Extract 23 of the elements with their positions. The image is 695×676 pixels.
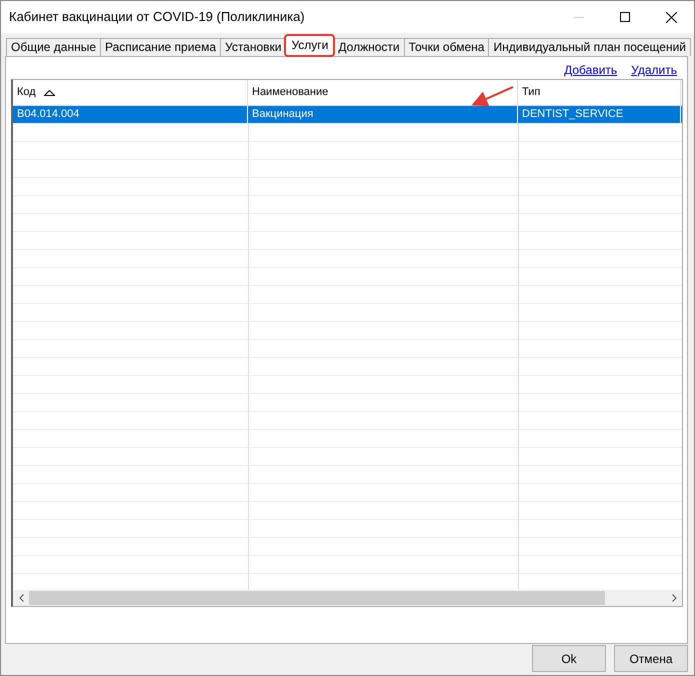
- close-icon[interactable]: [666, 12, 676, 22]
- tab[interactable]: Установки: [220, 38, 286, 56]
- window-title: Кабинет вакцинации от COVID-19 (Поликлиника): [9, 8, 305, 26]
- table-cell: Вакцинация: [248, 106, 518, 123]
- tab[interactable]: Услуги: [285, 35, 334, 56]
- maximize-icon[interactable]: [620, 12, 630, 22]
- scroll-right-icon[interactable]: [672, 594, 676, 602]
- column-header[interactable]: Тип: [518, 80, 681, 105]
- tab[interactable]: Индивидуальный план посещений: [488, 38, 691, 56]
- link[interactable]: Добавить: [564, 61, 618, 79]
- dialog-button[interactable]: Ok: [532, 645, 606, 672]
- tab[interactable]: Расписание приема: [100, 38, 221, 56]
- table-row[interactable]: B04.014.004 Вакцинация DENTIST_SERVICE: [13, 106, 682, 123]
- tab[interactable]: Общие данные: [6, 38, 102, 56]
- table-cell: DENTIST_SERVICE: [518, 106, 681, 123]
- annotation-arrow: [472, 86, 514, 106]
- dialog-button[interactable]: Отмена: [614, 645, 688, 672]
- column-header[interactable]: Код: [13, 80, 248, 105]
- tab[interactable]: Должности: [333, 38, 405, 56]
- table-cell: B04.014.004: [13, 106, 248, 123]
- link[interactable]: Удалить: [631, 61, 677, 79]
- scroll-left-icon[interactable]: [18, 594, 24, 602]
- column-header[interactable]: Наименование: [248, 80, 518, 105]
